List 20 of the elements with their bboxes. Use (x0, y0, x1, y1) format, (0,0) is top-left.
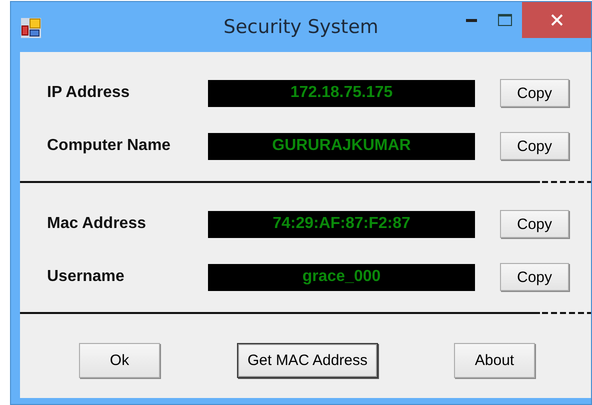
maximize-icon (498, 14, 512, 26)
dialog-button[interactable]: Get MAC Address (237, 343, 378, 378)
copy-button[interactable]: Copy (500, 132, 569, 160)
copy-button[interactable]: Copy (500, 263, 569, 291)
dialog-button[interactable]: Ok (79, 343, 160, 378)
window-title: Security System (224, 16, 378, 38)
value-display: 74:29:AF:87:F2:87 (208, 210, 475, 238)
field-label: Mac Address (47, 215, 147, 233)
field-label: IP Address (47, 84, 131, 102)
copy-button[interactable]: Copy (500, 210, 569, 238)
value-display: grace_000 (208, 264, 475, 290)
close-icon (551, 14, 563, 26)
dialog-button[interactable]: About (454, 343, 535, 378)
copy-button[interactable]: Copy (500, 79, 569, 107)
value-display: 172.18.75.175 (208, 80, 475, 106)
value-display: GURURAJKUMAR (208, 132, 475, 160)
minimize-icon (466, 18, 476, 22)
app-icon (21, 18, 41, 38)
field-label: Username (47, 268, 126, 286)
field-label: Computer Name (47, 137, 172, 155)
